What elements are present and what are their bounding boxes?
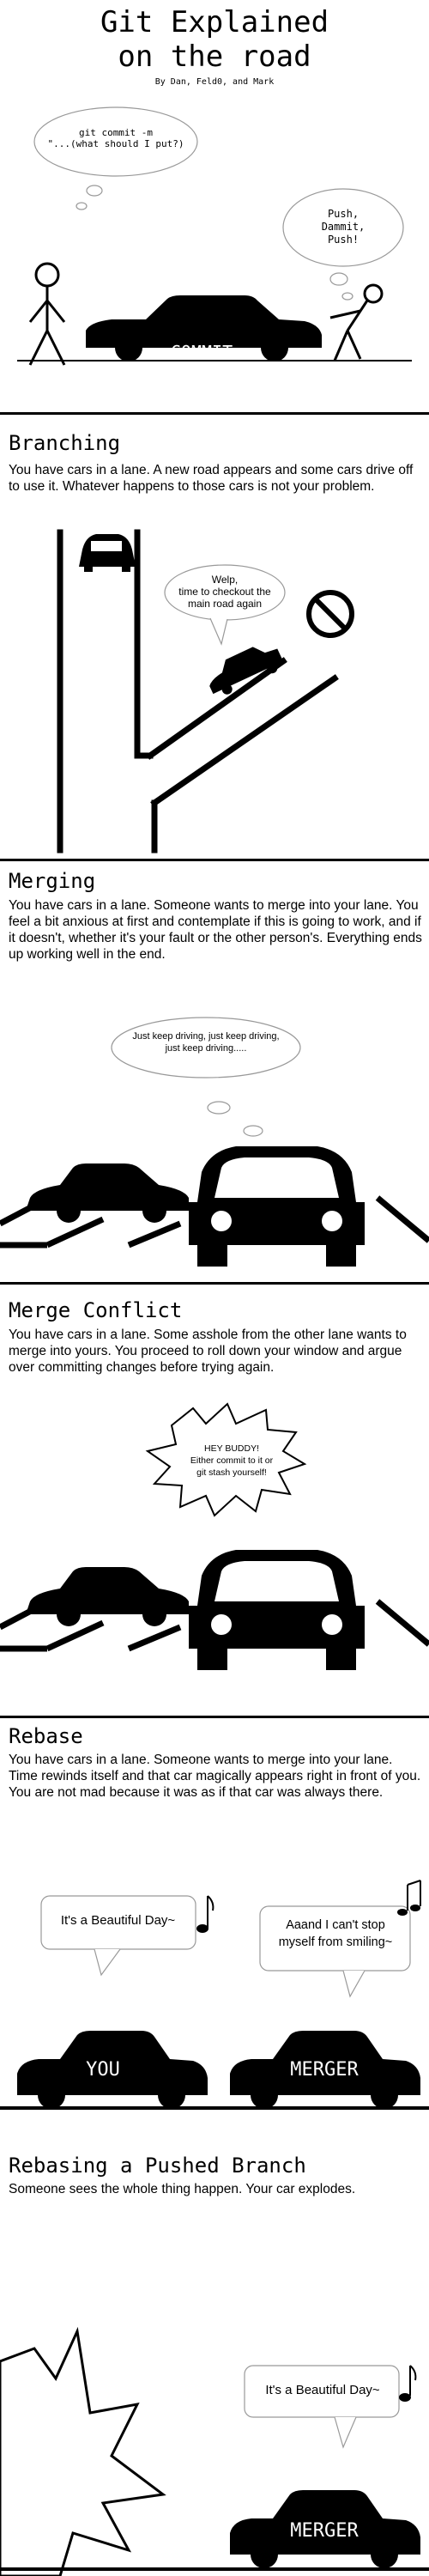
- section-title-merge-conflict: Merge Conflict: [9, 1298, 183, 1322]
- rebasing-pushed-illustration: [0, 2326, 429, 2576]
- car-top-branching: [79, 534, 136, 572]
- divider: [0, 1716, 429, 1718]
- thought-text-merging: Just keep driving, just keep driving, ju…: [132, 1031, 280, 1054]
- section-title-rebasing-pushed: Rebasing a Pushed Branch: [9, 2154, 306, 2178]
- section-title-rebase: Rebase: [9, 1724, 83, 1748]
- car-front-merging: [189, 1146, 365, 1267]
- shout-text-conflict: HEY BUDDY! Either commit to it or git st…: [190, 1443, 274, 1478]
- section-text-merging: You have cars in a lane. Someone wants t…: [9, 898, 422, 962]
- divider: [0, 412, 429, 415]
- car-side-merging: [26, 1163, 189, 1223]
- section-title-merging: Merging: [9, 869, 96, 893]
- car-label-merger: MERGER: [290, 2059, 359, 2081]
- speech-text-rebase-left: It's a Beautiful Day~: [60, 1913, 176, 1928]
- music-note-icon: [196, 1895, 214, 1933]
- divider: [0, 859, 429, 861]
- car-front-conflict: [189, 1550, 365, 1670]
- speech-text-rebase-right: Aaand I can't stop myself from smiling~: [278, 1918, 393, 1949]
- car-label-you: YOU: [86, 2059, 120, 2081]
- no-entry-sign-icon: [306, 590, 354, 638]
- speech-text-branching: Welp, time to checkout the main road aga…: [178, 574, 271, 610]
- speech-text-pushed: It's a Beautiful Day~: [265, 2383, 380, 2397]
- music-note-icon: [399, 2365, 417, 2402]
- divider: [0, 1282, 429, 1285]
- car-label-merger-pushed: MERGER: [290, 2520, 359, 2542]
- section-text-merge-conflict: You have cars in a lane. Some asshole fr…: [9, 1327, 407, 1375]
- explosion-icon: [0, 2326, 166, 2576]
- section-text-rebase: You have cars in a lane. Someone wants t…: [9, 1753, 421, 1800]
- car-side-conflict: [26, 1567, 189, 1626]
- section-text-branching: You have cars in a lane. A new road appe…: [9, 463, 414, 494]
- section-text-rebasing-pushed: Someone sees the whole thing happen. You…: [9, 2182, 356, 2196]
- section-title-branching: Branching: [9, 431, 121, 455]
